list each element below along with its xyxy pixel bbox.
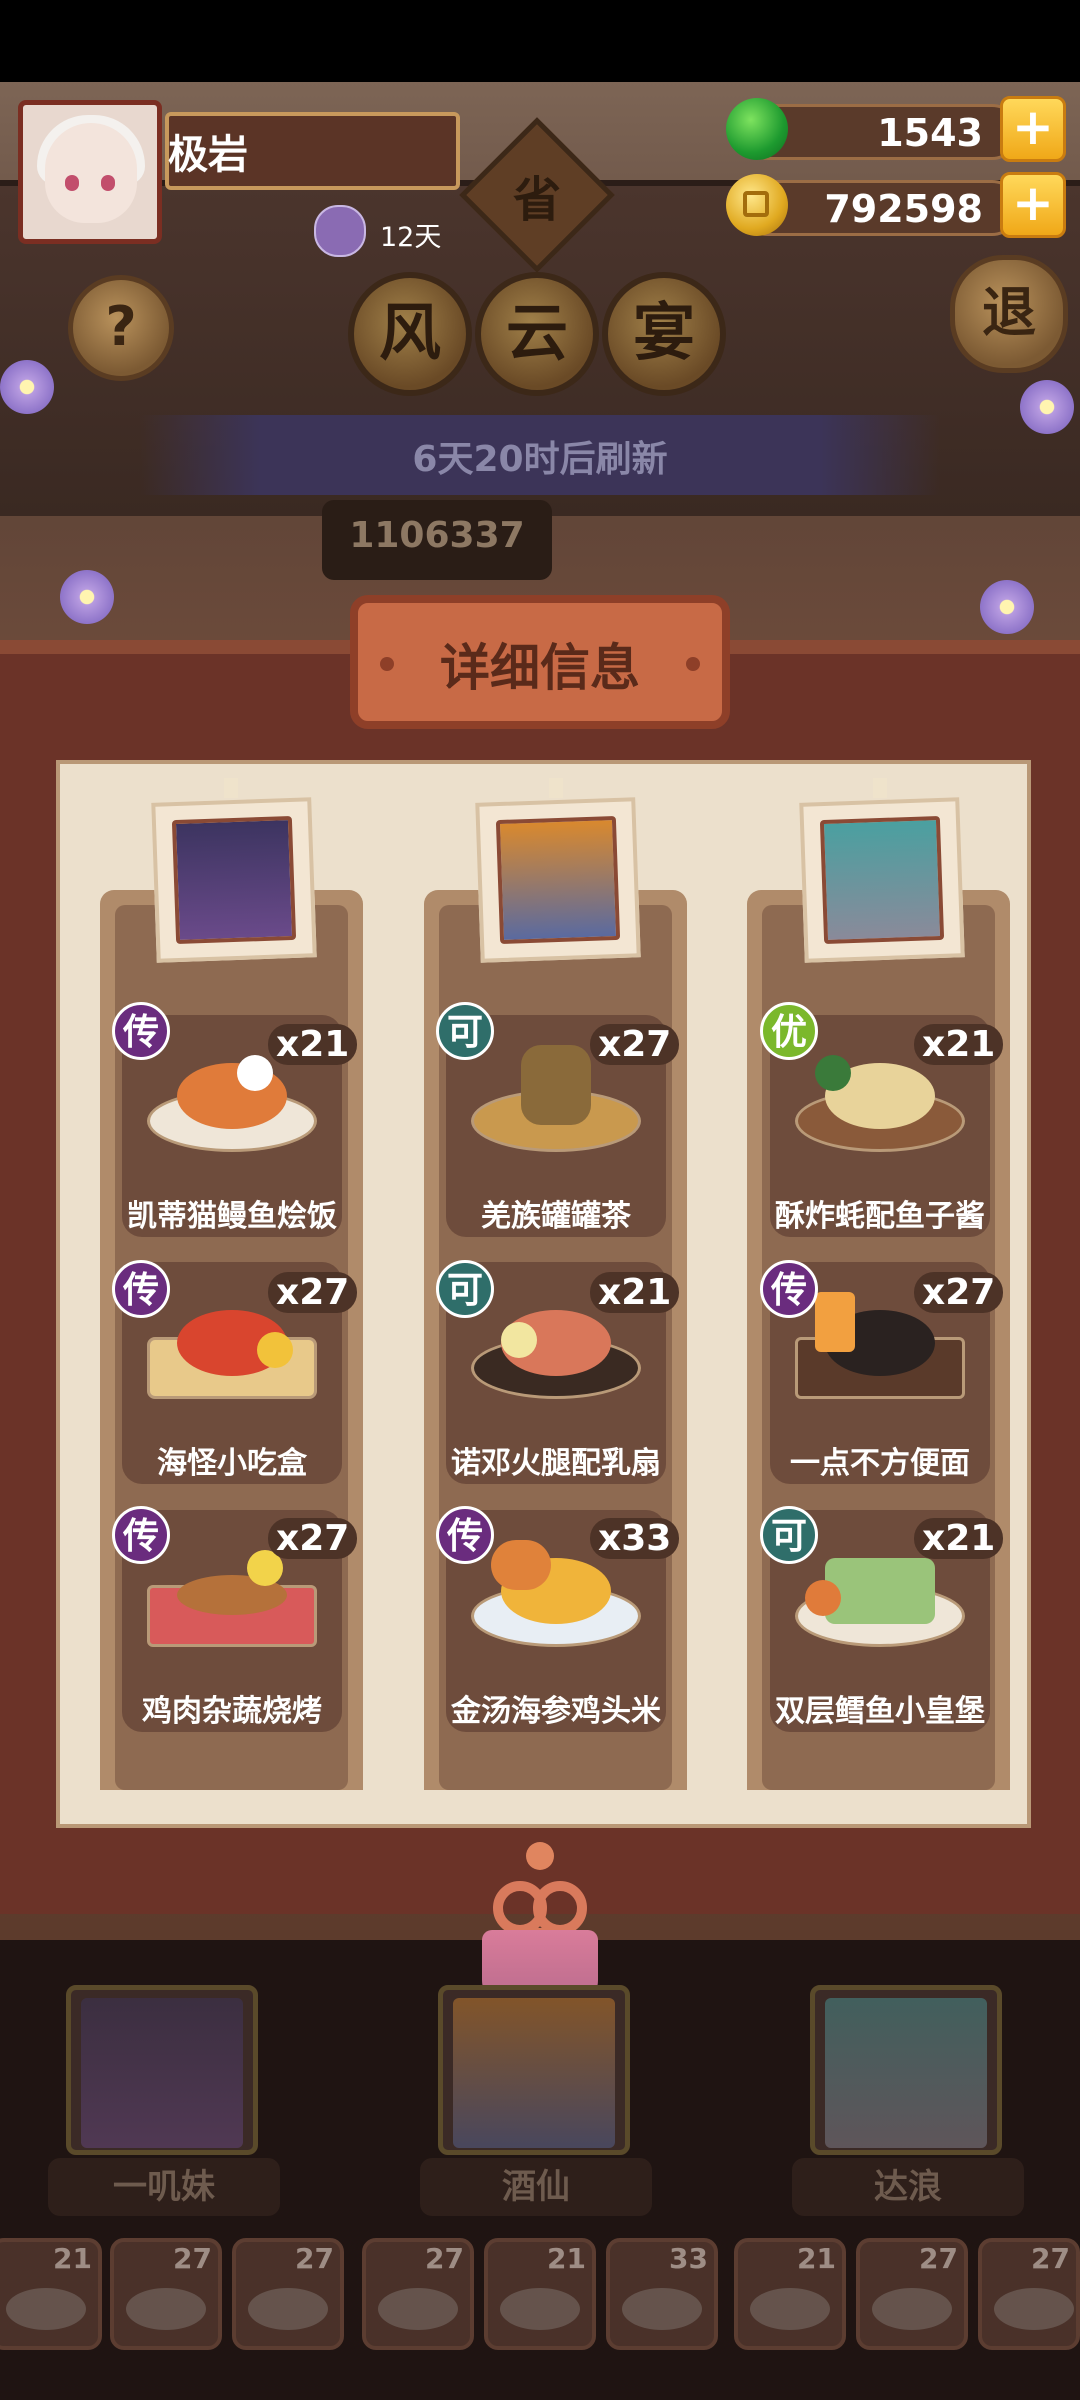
days-count: 12天 [380, 222, 442, 253]
dish-count: x21 [914, 1518, 1004, 1559]
dish-name: 海怪小吃盒 [157, 1446, 307, 1481]
dish-slot[interactable]: 27 [110, 2238, 222, 2350]
dish-slot[interactable]: 21 [734, 2238, 846, 2350]
dish-slot[interactable]: 27 [856, 2238, 968, 2350]
player-name: 极岩 [168, 132, 248, 178]
dish-slot[interactable]: 27 [362, 2238, 474, 2350]
dish-count: x27 [268, 1272, 358, 1313]
jade-icon [726, 98, 788, 160]
slot-count: 27 [1031, 2242, 1070, 2275]
chef-card-3[interactable] [810, 1985, 1002, 2155]
chef-portrait-3[interactable] [799, 797, 965, 963]
chef-card-1[interactable] [66, 1985, 258, 2155]
slot-count: 27 [425, 2242, 464, 2275]
flower-decoration-icon [1020, 380, 1074, 434]
exit-button[interactable]: 退 [950, 255, 1068, 373]
slot-count: 33 [669, 2242, 708, 2275]
rank-badge: 传 [112, 1260, 170, 1318]
chef-portrait-2[interactable] [475, 797, 641, 963]
dish-name: 诺邓火腿配乳扇 [451, 1446, 661, 1481]
event-title-char-2: 云 [475, 272, 599, 396]
rank-badge: 优 [760, 1002, 818, 1060]
event-score: 1106337 [349, 515, 525, 556]
dish-count: x33 [590, 1518, 680, 1559]
add-jade-button[interactable]: + [1000, 96, 1066, 162]
rank-badge: 传 [112, 1002, 170, 1060]
pin-icon [873, 778, 887, 798]
slot-count: 27 [173, 2242, 212, 2275]
dish-name: 凯蒂猫鳗鱼烩饭 [127, 1199, 337, 1234]
flower-decoration-icon [980, 580, 1034, 634]
days-badge-icon [314, 205, 366, 257]
chef-name-1: 一叽妹 [48, 2158, 280, 2216]
slot-count: 27 [919, 2242, 958, 2275]
chef-name-3: 达浪 [792, 2158, 1024, 2216]
dish-count: x21 [590, 1272, 680, 1313]
rank-badge: 传 [436, 1506, 494, 1564]
dish-slot[interactable]: 27 [232, 2238, 344, 2350]
chef-portrait-1[interactable] [151, 797, 317, 963]
dish-name: 双层鳕鱼小皇堡 [775, 1694, 985, 1729]
dish-slot[interactable]: 33 [606, 2238, 718, 2350]
slot-count: 21 [53, 2242, 92, 2275]
rank-badge: 可 [436, 1260, 494, 1318]
rank-badge: 可 [436, 1002, 494, 1060]
player-avatar[interactable] [18, 100, 162, 244]
dish-count: x21 [914, 1024, 1004, 1065]
coin-icon [726, 174, 788, 236]
dish-name: 一点不方便面 [790, 1446, 970, 1481]
flower-decoration-icon [0, 360, 54, 414]
rank-badge: 传 [760, 1260, 818, 1318]
dish-name: 鸡肉杂蔬烧烤 [142, 1694, 322, 1729]
add-coins-button[interactable]: + [1000, 172, 1066, 238]
rank-badge: 可 [760, 1506, 818, 1564]
exit-label: 退 [982, 281, 1036, 344]
refresh-countdown: 6天20时后刷新 [412, 439, 668, 480]
event-title-char-3: 宴 [602, 272, 726, 396]
dish-name: 金汤海参鸡头米 [451, 1694, 661, 1729]
event-title-char-1: 风 [348, 272, 472, 396]
dish-name: 羌族罐罐茶 [481, 1199, 631, 1234]
dish-count: x21 [268, 1024, 358, 1065]
dish-slot[interactable]: 21 [484, 2238, 596, 2350]
dish-count: x27 [590, 1024, 680, 1065]
pin-icon [549, 778, 563, 798]
dish-slot[interactable]: 27 [978, 2238, 1080, 2350]
province-label: 省 [512, 172, 561, 228]
dish-count: x27 [914, 1272, 1004, 1313]
pin-icon [224, 778, 238, 798]
question-icon: ? [105, 295, 137, 358]
slot-count: 21 [797, 2242, 836, 2275]
flower-decoration-icon [60, 570, 114, 624]
rank-badge: 传 [112, 1506, 170, 1564]
chef-card-2[interactable] [438, 1985, 630, 2155]
chef-name-2: 酒仙 [420, 2158, 652, 2216]
slot-count: 27 [295, 2242, 334, 2275]
dish-name: 酥炸蚝配鱼子酱 [775, 1199, 985, 1234]
dish-slot[interactable]: 21 [0, 2238, 102, 2350]
help-button[interactable]: ? [68, 275, 174, 381]
detail-title: 详细信息 [440, 639, 640, 697]
slot-count: 21 [547, 2242, 586, 2275]
dish-count: x27 [268, 1518, 358, 1559]
